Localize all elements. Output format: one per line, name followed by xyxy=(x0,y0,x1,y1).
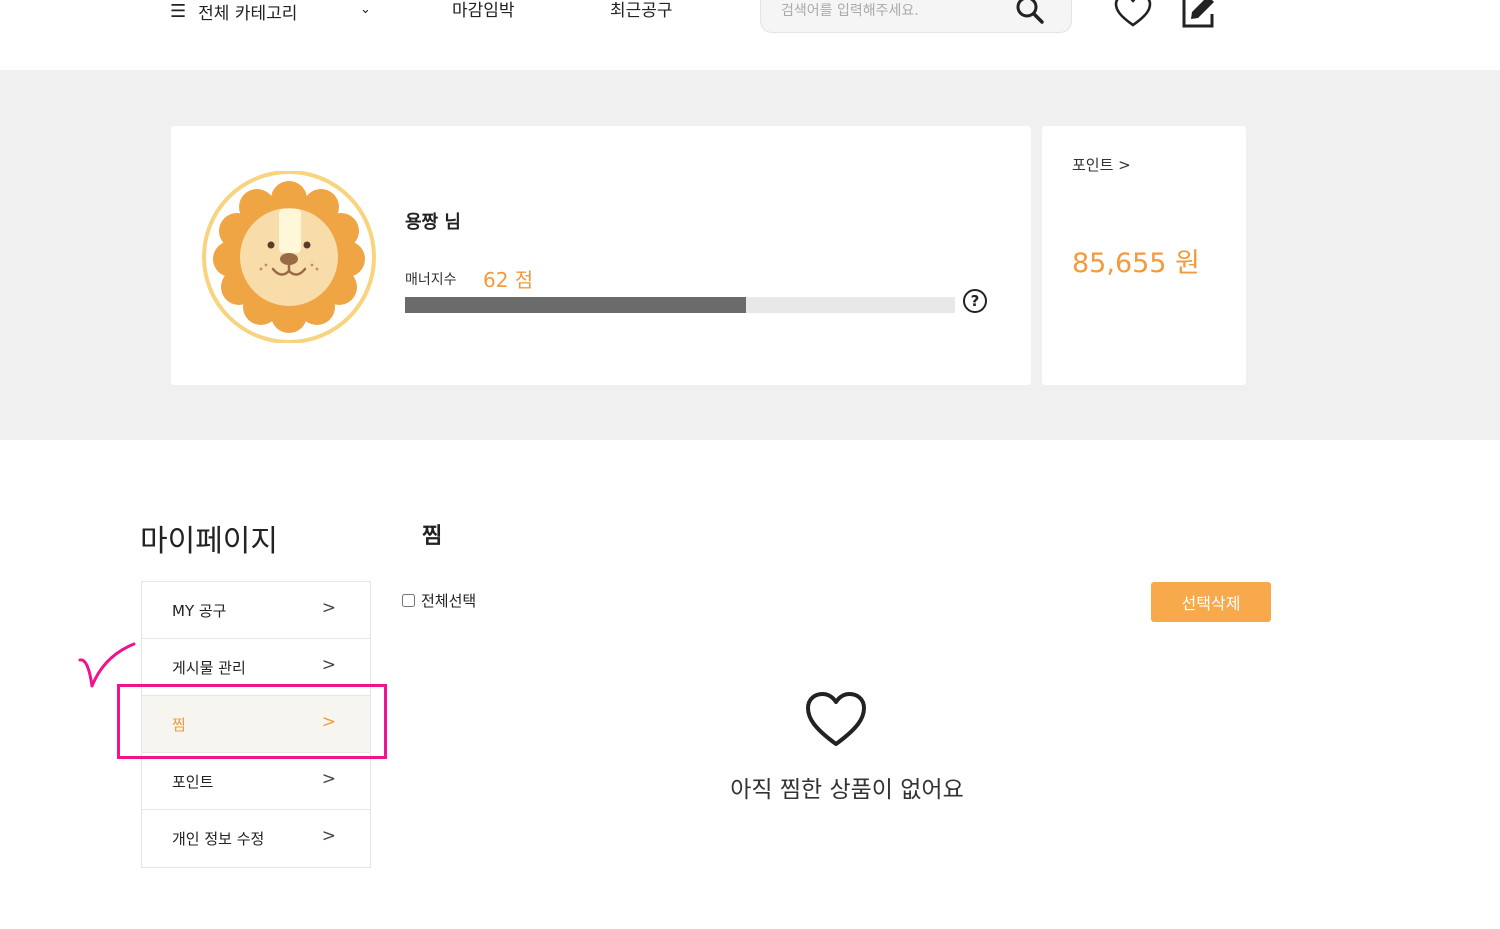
search-box xyxy=(760,0,1072,33)
points-card: 포인트 > 85,655 원 xyxy=(1042,126,1246,385)
search-input[interactable] xyxy=(779,0,1013,25)
nav-link-deadline[interactable]: 마감임박 xyxy=(452,0,515,26)
sidebar-item-label: 개인 정보 수정 xyxy=(172,830,265,848)
sidebar-item-label: 게시물 관리 xyxy=(172,658,246,677)
section-title: 찜 xyxy=(422,524,443,549)
chevron-right-icon: > xyxy=(321,598,336,618)
sidebar-item-label: 포인트 xyxy=(172,772,214,791)
sidebar-item-points[interactable]: 포인트 > xyxy=(142,753,370,810)
points-value: 85,655 원 xyxy=(1072,248,1200,279)
select-all-control[interactable]: 전체선택 xyxy=(402,590,476,611)
manner-progress-bar xyxy=(405,297,955,313)
chevron-down-icon: ⌄ xyxy=(360,2,371,17)
select-all-label: 전체선택 xyxy=(421,592,477,610)
select-all-checkbox[interactable] xyxy=(402,594,415,607)
sidebar-item-posts[interactable]: 게시물 관리 > xyxy=(142,639,370,696)
chevron-right-icon: > xyxy=(321,826,336,846)
category-label: 전체 카테고리 xyxy=(198,3,298,24)
page-title: 마이페이지 xyxy=(140,524,278,559)
manner-score: 62 점 xyxy=(483,268,534,292)
manner-label: 매너지수 xyxy=(405,272,457,288)
delete-selected-button[interactable]: 선택삭제 xyxy=(1151,582,1271,622)
top-nav: ☰ 전체 카테고리 ⌄ 마감임박 최근공구 xyxy=(0,0,1500,70)
manner-progress-fill xyxy=(405,297,746,313)
sidebar-item-wishlist[interactable]: 찜 > xyxy=(142,696,370,753)
nav-link-recent[interactable]: 최근공구 xyxy=(610,0,673,26)
chevron-right-icon: > xyxy=(321,769,336,789)
profile-card: 용짱 님 매너지수 62 점 ? xyxy=(171,126,1031,385)
heart-icon xyxy=(806,692,866,746)
heart-icon[interactable] xyxy=(1114,0,1152,28)
menu-icon: ☰ xyxy=(170,0,187,22)
help-icon[interactable]: ? xyxy=(963,289,987,313)
edit-icon[interactable] xyxy=(1180,0,1216,30)
sidebar-item-edit-profile[interactable]: 개인 정보 수정 > xyxy=(142,810,370,867)
chevron-right-icon: > xyxy=(321,655,336,675)
sidebar-item-my-group-buy[interactable]: MY 공구 > xyxy=(142,582,370,639)
sidebar-item-label: MY 공구 xyxy=(172,601,227,620)
chevron-right-icon: > xyxy=(321,712,336,732)
points-link[interactable]: 포인트 > xyxy=(1072,154,1131,175)
category-dropdown[interactable]: ☰ 전체 카테고리 ⌄ xyxy=(170,0,371,26)
checkmark-annotation-icon xyxy=(78,642,136,688)
empty-state-message: 아직 찜한 상품이 없어요 xyxy=(730,777,964,803)
sidebar: MY 공구 > 게시물 관리 > 찜 > 포인트 > 개인 정보 수정 > xyxy=(141,581,371,868)
sidebar-item-label: 찜 xyxy=(172,715,186,734)
user-name: 용짱 님 xyxy=(405,212,461,233)
search-icon[interactable] xyxy=(1015,0,1045,25)
lion-avatar-icon xyxy=(202,171,376,343)
